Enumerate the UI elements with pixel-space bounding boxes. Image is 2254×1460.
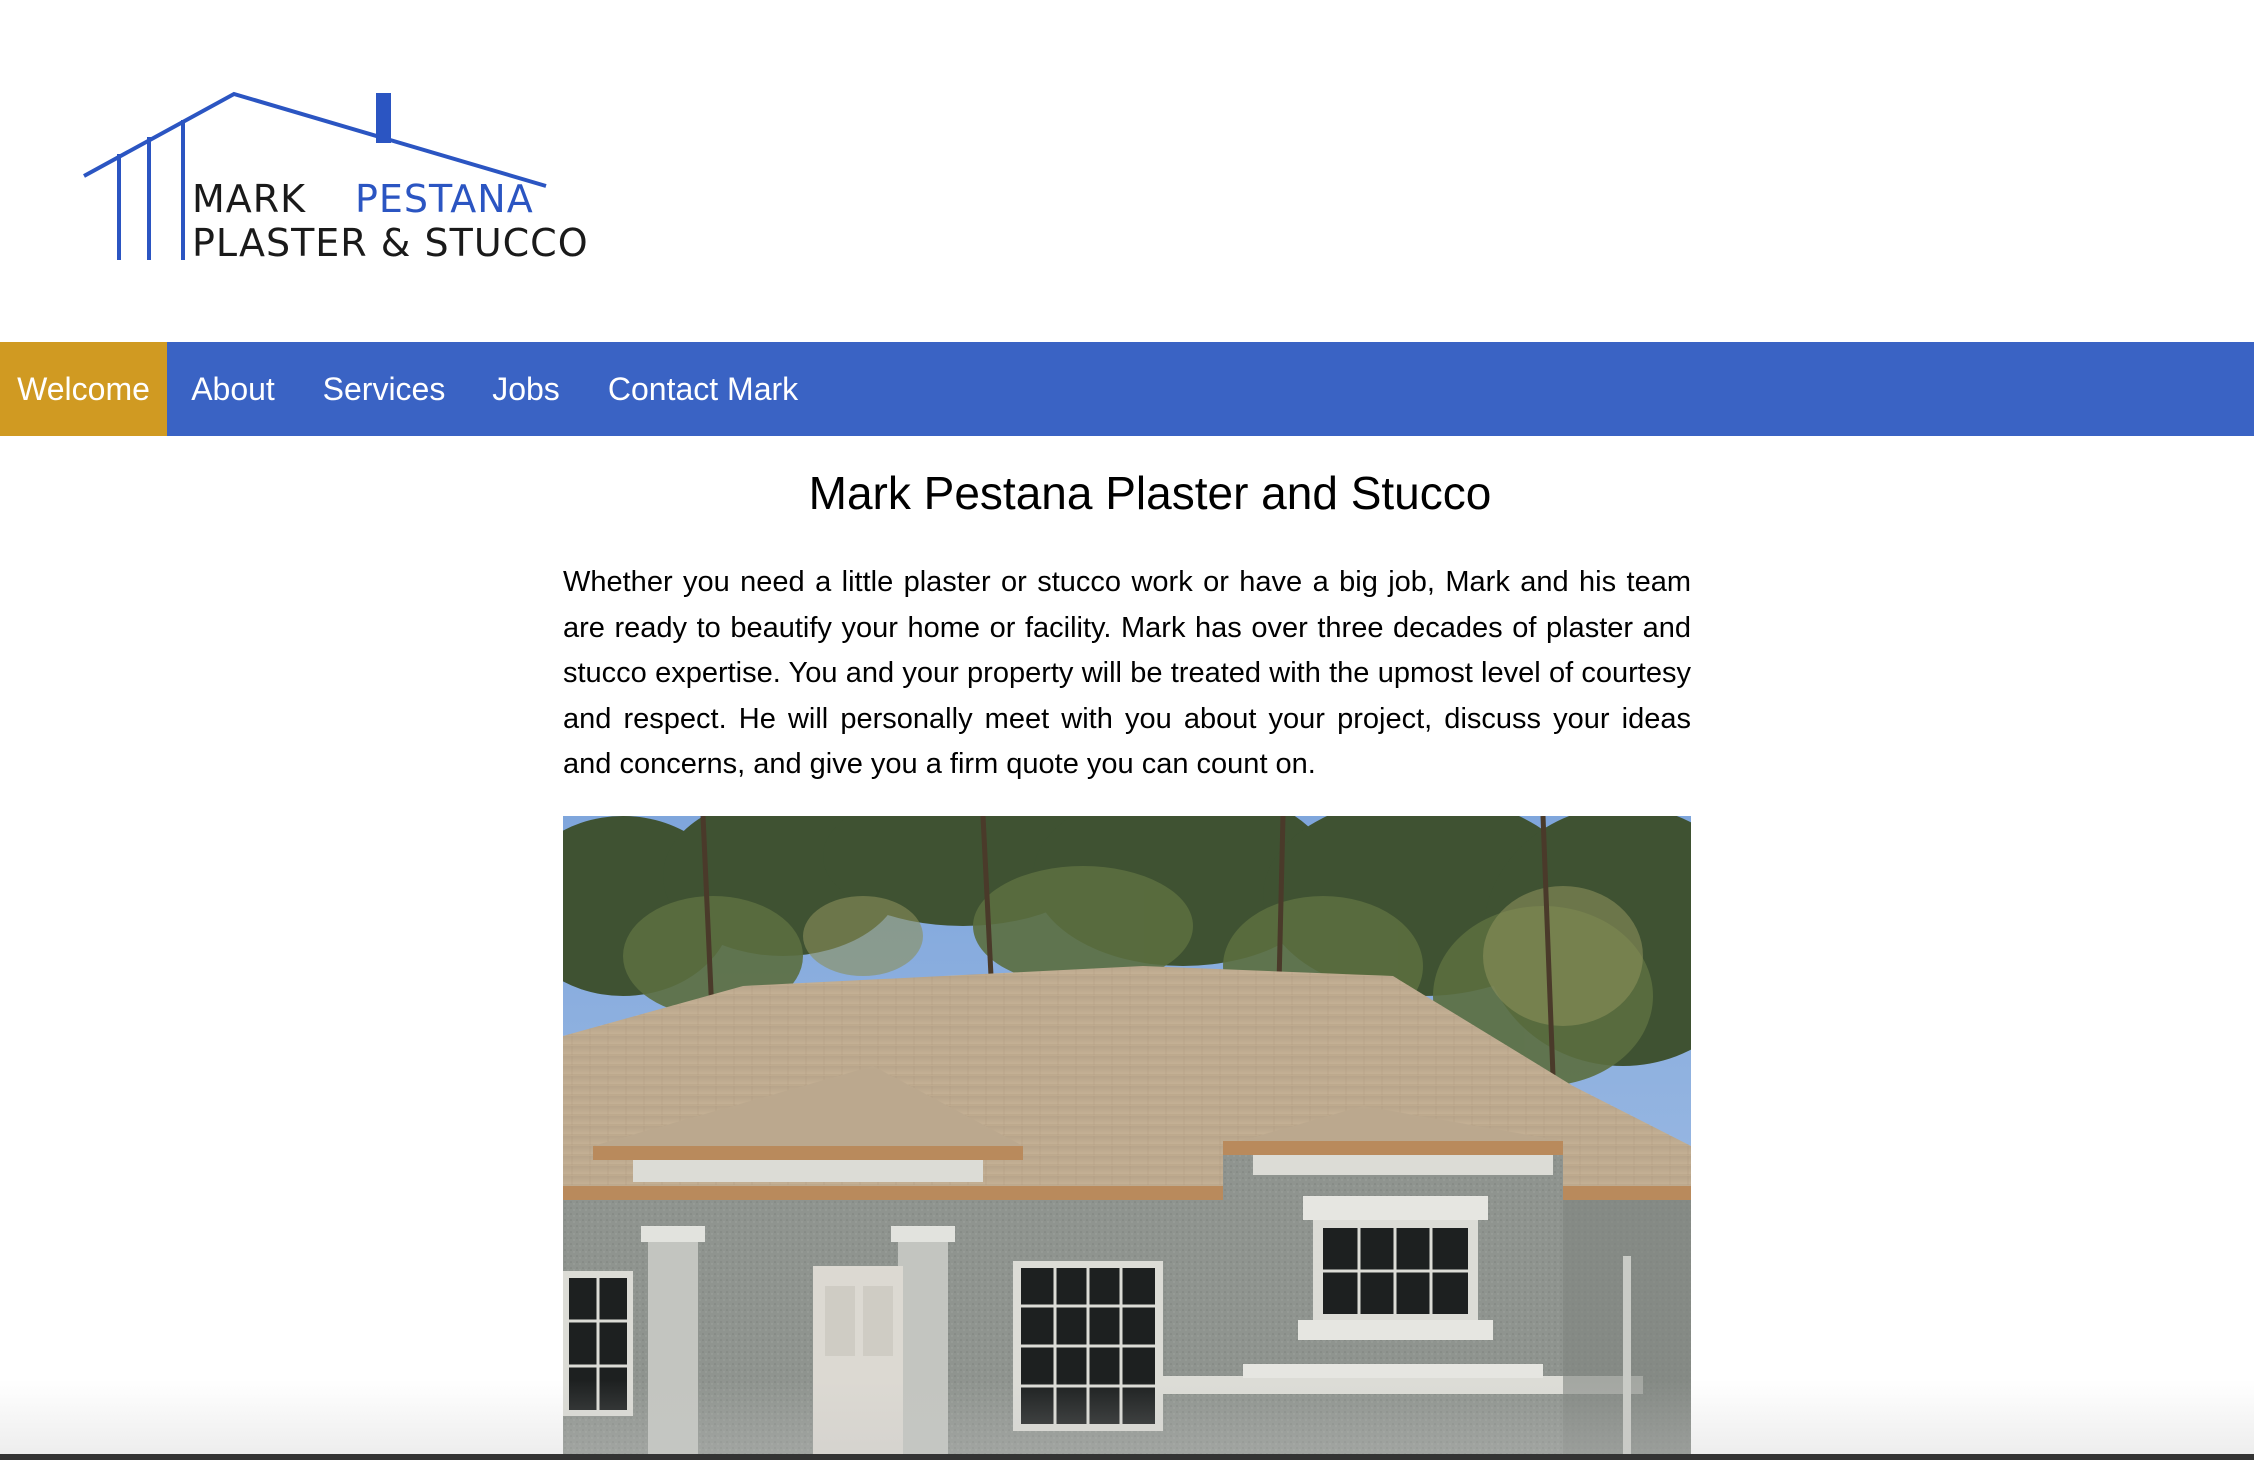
nav-item-jobs[interactable]: Jobs: [482, 342, 570, 436]
logo-text-plaster-stucco: PLASTER & STUCCO: [192, 221, 589, 265]
logo-text-pestana: PESTANA: [355, 177, 534, 221]
page-title: Mark Pestana Plaster and Stucco: [808, 467, 1492, 519]
nav-item-services[interactable]: Services: [310, 342, 458, 436]
nav-item-contact-mark[interactable]: Contact Mark: [598, 342, 808, 436]
nav-item-welcome[interactable]: Welcome: [0, 342, 167, 436]
logo-text-mark: MARK: [192, 177, 307, 221]
company-logo[interactable]: MARK PESTANA PLASTER & STUCCO: [82, 90, 602, 270]
window-bottom-edge: [0, 1454, 2254, 1460]
main-navigation: Welcome About Services Jobs Contact Mark: [0, 342, 2254, 436]
house-photo-illustration: [563, 816, 1691, 1456]
hero-house-photo: [563, 816, 1691, 1456]
intro-paragraph: Whether you need a little plaster or stu…: [563, 566, 1691, 781]
nav-item-about[interactable]: About: [167, 342, 299, 436]
header: MARK PESTANA PLASTER & STUCCO: [0, 0, 2254, 342]
